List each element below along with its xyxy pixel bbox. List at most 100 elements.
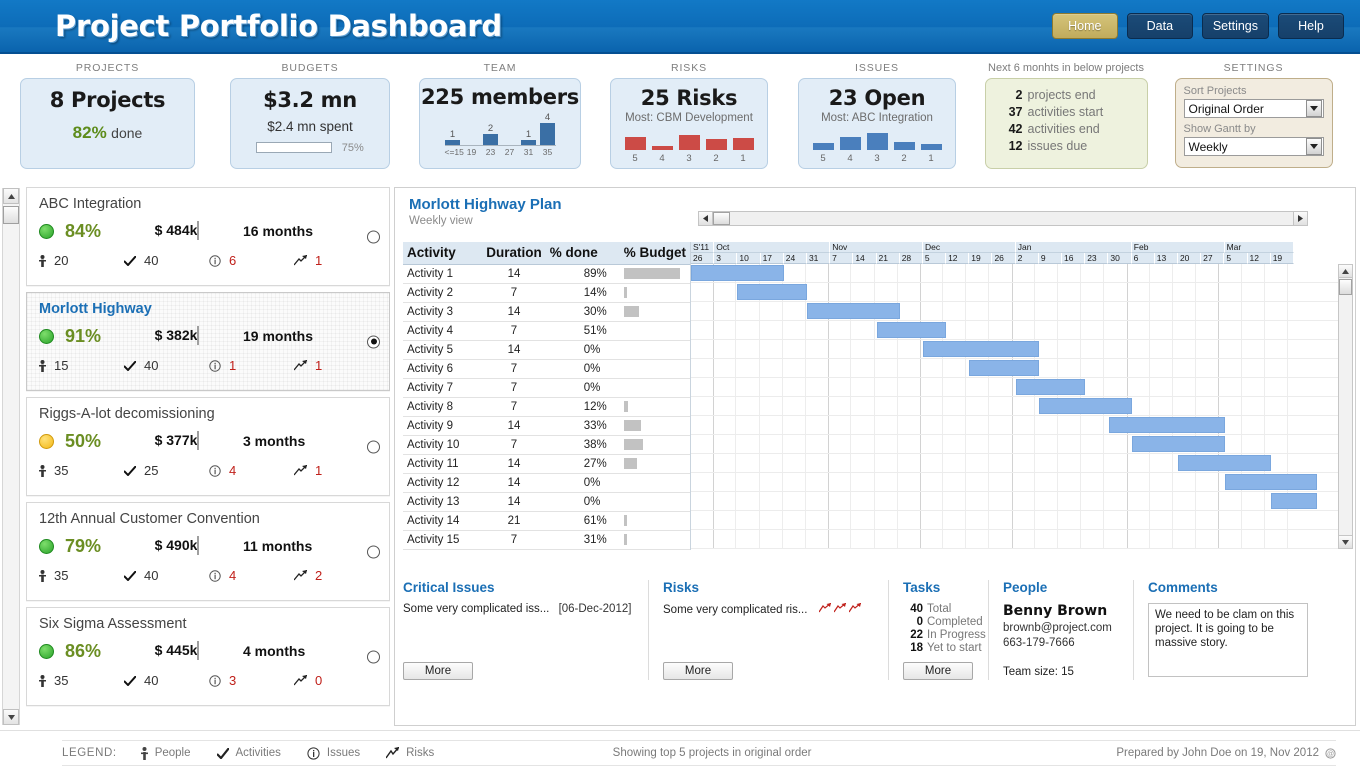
nav-settings[interactable]: Settings	[1201, 13, 1269, 39]
kpi-risks-card[interactable]: 25 Risks Most: CBM Development 5 4 3 2 1	[610, 78, 768, 169]
gantt-bar[interactable]	[923, 341, 1039, 357]
kpi-budgets-value: $3.2 mn	[263, 88, 357, 112]
scroll-down-icon[interactable]	[3, 709, 19, 725]
gantt-cell	[1173, 530, 1197, 548]
gantt-bar[interactable]	[691, 265, 784, 281]
activity-budget-bar	[619, 283, 690, 303]
table-row[interactable]: Activity 10 7 38%	[403, 435, 690, 455]
svg-text:@: @	[1327, 751, 1334, 758]
show-gantt-by-select[interactable]: Weekly	[1183, 137, 1324, 156]
comments-text[interactable]: We need to be clam on this project. It i…	[1148, 603, 1308, 677]
activity-done: 12%	[579, 397, 620, 417]
table-row[interactable]: Activity 7 7 0%	[403, 378, 690, 398]
gantt-bar[interactable]	[1108, 417, 1225, 433]
kpi-budgets-card[interactable]: $3.2 mn $2.4 mn spent 75%	[230, 78, 390, 169]
table-row[interactable]: Activity 2 7 14%	[403, 283, 690, 303]
chevron-down-icon[interactable]	[1305, 100, 1322, 117]
gantt-cell	[1104, 435, 1128, 453]
project-select-radio[interactable]	[367, 335, 380, 348]
timeline-month: Dec	[922, 242, 1016, 253]
project-card[interactable]: Riggs-A-lot decomissioning 50% $ 377k 3 mon…	[26, 397, 390, 496]
scroll-up-icon[interactable]	[3, 188, 19, 204]
chevron-down-icon[interactable]	[1305, 138, 1322, 155]
gantt-cell	[851, 530, 875, 548]
gantt-bar[interactable]	[1131, 436, 1225, 452]
nav-data[interactable]: Data	[1126, 13, 1193, 39]
gantt-cell	[1035, 283, 1058, 301]
table-row[interactable]: Activity 12 14 0%	[403, 473, 690, 493]
gantt-bar[interactable]	[876, 322, 947, 338]
gantt-scroll-up-icon[interactable]	[1339, 265, 1352, 278]
project-card[interactable]: 12th Annual Customer Convention 79% $ 490k…	[26, 502, 390, 601]
person-email[interactable]: brownb@project.com	[1003, 622, 1121, 634]
gantt-scrollbar-thumb[interactable]	[1339, 279, 1352, 295]
gantt-bar[interactable]	[1039, 398, 1132, 414]
gantt-cell	[713, 511, 737, 529]
activity-done: 89%	[579, 264, 620, 284]
project-select-radio[interactable]	[367, 545, 380, 558]
gantt-bar[interactable]	[1178, 455, 1271, 471]
risks-item[interactable]: Some very complicated ris...	[663, 603, 876, 616]
project-percent: 86%	[65, 640, 102, 661]
project-select-radio[interactable]	[367, 230, 380, 243]
gantt-bar[interactable]	[737, 284, 807, 300]
gantt-cell	[1242, 416, 1265, 434]
critical-issues-more-button[interactable]: More	[403, 662, 473, 680]
hscrollbar-thumb[interactable]	[713, 212, 730, 225]
gantt-cell	[1150, 530, 1173, 548]
gantt-bar[interactable]	[807, 303, 900, 319]
kpi-issues-card[interactable]: 23 Open Most: ABC Integration 5 4 3 2 1	[798, 78, 956, 169]
metric-risks: 0	[294, 673, 379, 688]
project-card[interactable]: Six Sigma Assessment 86% $ 445k 4 months 35 4…	[26, 607, 390, 706]
critical-issues-date: [06-Dec-2012]	[558, 603, 632, 615]
project-card[interactable]: ABC Integration 84% $ 484k 16 months 20 40 6 1	[26, 187, 390, 286]
sort-projects-select[interactable]: Original Order	[1183, 99, 1324, 118]
critical-issues-item[interactable]: Some very complicated iss... [06-Dec-201…	[403, 603, 636, 615]
table-row[interactable]: Activity 14 21 61%	[403, 511, 690, 531]
risks-more-button[interactable]: More	[663, 662, 733, 680]
activity-duration: 14	[482, 416, 546, 436]
scroll-right-icon[interactable]	[1293, 212, 1307, 225]
table-row[interactable]: Activity 3 14 30%	[403, 302, 690, 322]
projects-scrollbar[interactable]	[2, 188, 20, 725]
gantt-cell	[1104, 454, 1128, 472]
gantt-cell	[1150, 302, 1173, 320]
table-row[interactable]: Activity 5 14 0%	[403, 340, 690, 360]
kpi-team-card[interactable]: 225 members 1214 <=15 19 23 27 31 35	[419, 78, 581, 169]
gantt-cell	[736, 302, 760, 320]
kpi-issues-caption: ISSUES	[855, 62, 899, 74]
activity-done: 33%	[579, 416, 620, 436]
scrollbar-thumb[interactable]	[3, 206, 19, 224]
gantt-horizontal-scrollbar[interactable]	[698, 211, 1308, 226]
gantt-scroll-down-icon[interactable]	[1339, 535, 1352, 548]
gantt-vertical-scrollbar[interactable]	[1338, 264, 1353, 549]
kpi-projects-card[interactable]: 8 Projects 82% done	[20, 78, 195, 169]
nav-help[interactable]: Help	[1278, 13, 1344, 39]
gantt-cell	[989, 435, 1013, 453]
table-row[interactable]: Activity 6 7 0%	[403, 359, 690, 379]
gantt-bar[interactable]	[1224, 474, 1318, 490]
scroll-left-icon[interactable]	[699, 212, 713, 225]
tasks-more-button[interactable]: More	[903, 662, 973, 680]
kpi-team-value: 225 members	[421, 85, 579, 109]
gantt-cell	[713, 492, 737, 510]
gantt-bar[interactable]	[969, 360, 1039, 376]
table-row[interactable]: Activity 13 14 0%	[403, 492, 690, 512]
project-select-radio[interactable]	[367, 440, 380, 453]
gantt-bar[interactable]	[1271, 493, 1318, 509]
table-row[interactable]: Activity 4 7 51%	[403, 321, 690, 341]
table-row[interactable]: Activity 1 14 89%	[403, 264, 690, 284]
nav-home[interactable]: Home	[1051, 13, 1118, 39]
upcoming-label: issues due	[1027, 139, 1088, 153]
project-card[interactable]: Morlott Highway 91% $ 382k 19 months 15 40 1 1	[26, 292, 390, 391]
table-row[interactable]: Activity 9 14 33%	[403, 416, 690, 436]
table-row[interactable]: Activity 15 7 31%	[403, 530, 690, 550]
gantt-cell	[919, 397, 944, 415]
table-row[interactable]: Activity 11 14 27%	[403, 454, 690, 474]
table-row[interactable]: Activity 8 7 12%	[403, 397, 690, 417]
gantt-row	[691, 264, 1347, 283]
gantt-bar[interactable]	[1015, 379, 1086, 395]
gantt-cell	[736, 359, 760, 377]
activity-duration: 7	[482, 283, 546, 303]
project-select-radio[interactable]	[367, 650, 380, 663]
